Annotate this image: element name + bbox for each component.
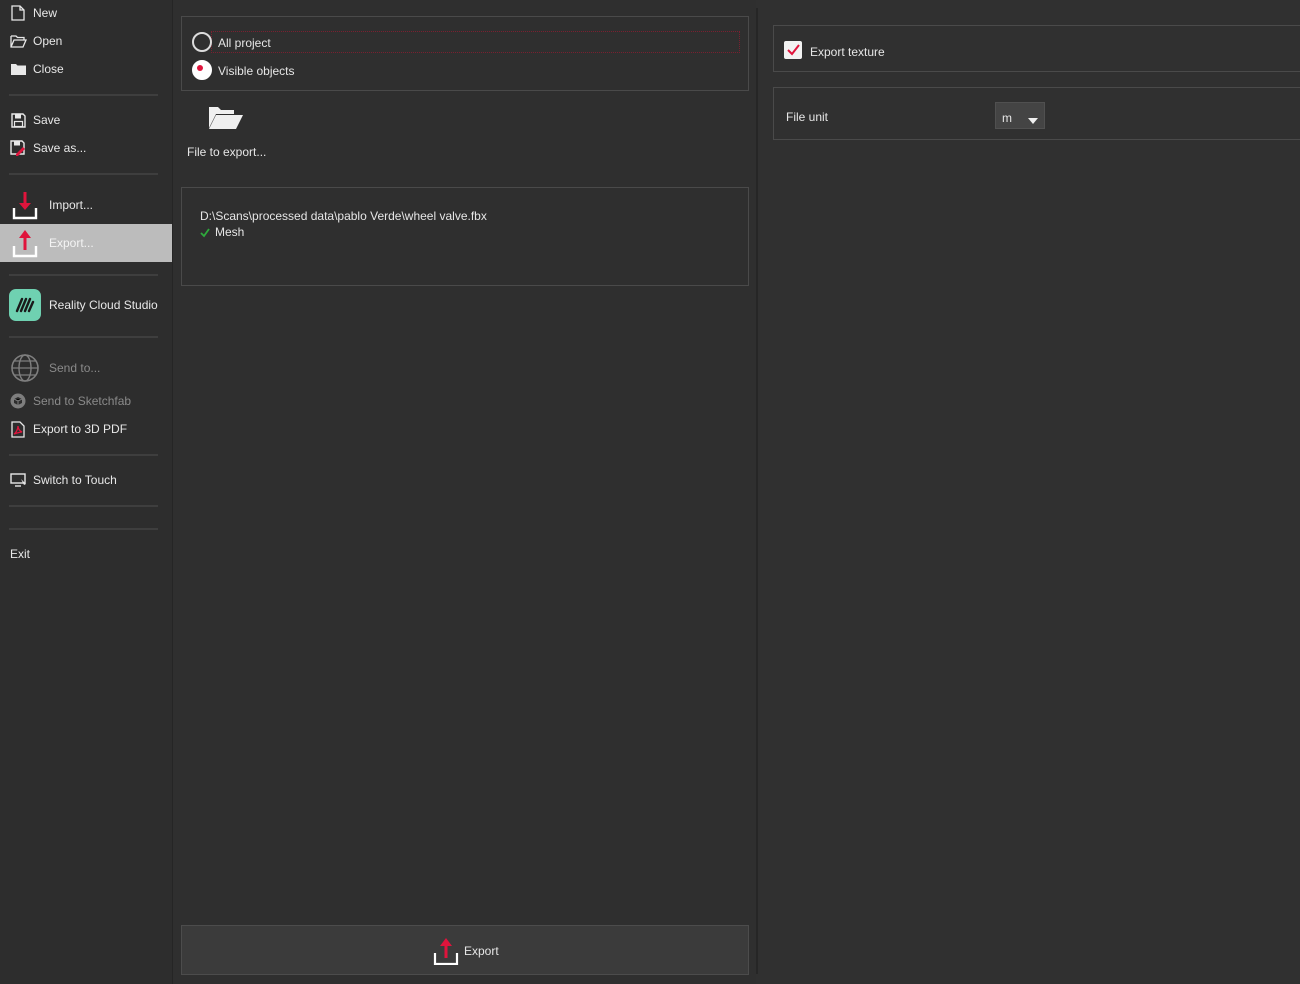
new-file-icon <box>9 4 27 22</box>
menu-new[interactable]: New <box>0 2 172 24</box>
all-project-radio[interactable] <box>192 32 212 52</box>
file-unit-select[interactable]: m <box>995 102 1045 129</box>
touch-screen-icon <box>9 471 27 489</box>
check-icon <box>200 227 210 241</box>
save-as-icon <box>9 139 27 157</box>
menu-export-3d-pdf[interactable]: Export to 3D PDF <box>0 418 172 440</box>
export-icon <box>432 937 460 968</box>
menu-save[interactable]: Save <box>0 109 172 131</box>
file-menu-sidebar: New Open Close Save Save as... Import... <box>0 0 173 984</box>
export-file-list <box>181 187 749 286</box>
menu-export-label: Export... <box>49 236 94 250</box>
export-button-label: Export <box>464 944 499 958</box>
import-icon <box>9 189 41 221</box>
menu-send-sketchfab[interactable]: Send to Sketchfab <box>0 390 172 412</box>
visible-objects-radio[interactable] <box>192 60 212 80</box>
visible-objects-label: Visible objects <box>218 64 295 78</box>
file-to-export-label: File to export... <box>187 145 267 159</box>
save-icon <box>9 111 27 129</box>
pdf-icon <box>9 420 27 438</box>
export-scope-group <box>181 16 749 91</box>
menu-import[interactable]: Import... <box>0 187 172 223</box>
export-item-mesh: Mesh <box>215 225 245 239</box>
export-button[interactable]: Export <box>181 925 749 975</box>
menu-export-3d-pdf-label: Export to 3D PDF <box>33 422 128 436</box>
open-folder-icon <box>9 32 27 50</box>
menu-send-sketchfab-label: Send to Sketchfab <box>33 394 132 408</box>
reality-cloud-studio-icon <box>9 289 41 321</box>
menu-exit-label: Exit <box>10 547 31 561</box>
export-icon <box>9 227 41 259</box>
open-folder-icon <box>208 104 244 133</box>
menu-new-label: New <box>33 6 58 20</box>
menu-import-label: Import... <box>49 198 94 212</box>
file-unit-value: m <box>1002 111 1012 125</box>
menu-exit[interactable]: Exit <box>0 543 172 565</box>
menu-save-as[interactable]: Save as... <box>0 137 172 159</box>
sidebar-divider <box>9 173 158 175</box>
export-texture-checkbox[interactable] <box>784 41 802 59</box>
export-texture-label: Export texture <box>810 45 885 59</box>
menu-switch-to-touch-label: Switch to Touch <box>33 473 117 487</box>
sketchfab-icon <box>9 392 27 410</box>
sidebar-divider <box>9 94 158 96</box>
export-options-panel <box>758 0 1300 984</box>
export-file-path: D:\Scans\processed data\pablo Verde\whee… <box>200 209 487 223</box>
menu-switch-to-touch[interactable]: Switch to Touch <box>0 469 172 491</box>
sidebar-divider <box>9 454 158 456</box>
menu-send-to-label: Send to... <box>49 361 101 375</box>
sidebar-divider <box>9 528 158 530</box>
menu-open[interactable]: Open <box>0 30 172 52</box>
menu-open-label: Open <box>33 34 63 48</box>
all-project-label: All project <box>218 36 271 50</box>
menu-close[interactable]: Close <box>0 58 172 80</box>
menu-reality-cloud-studio[interactable]: Reality Cloud Studio <box>0 287 172 323</box>
globe-icon <box>9 352 41 384</box>
menu-send-to[interactable]: Send to... <box>0 350 172 386</box>
sidebar-divider <box>9 274 158 276</box>
menu-save-label: Save <box>33 113 61 127</box>
menu-save-as-label: Save as... <box>33 141 87 155</box>
menu-export[interactable]: Export... <box>0 224 172 262</box>
menu-close-label: Close <box>33 62 64 76</box>
file-unit-label: File unit <box>786 110 829 124</box>
sidebar-divider <box>9 336 158 338</box>
sidebar-divider <box>9 505 158 507</box>
file-to-export-button[interactable]: File to export... <box>185 98 269 166</box>
closed-folder-icon <box>9 60 27 78</box>
menu-reality-cloud-studio-label: Reality Cloud Studio <box>49 298 158 312</box>
chevron-down-icon <box>1028 113 1038 127</box>
focus-indicator <box>211 31 740 53</box>
